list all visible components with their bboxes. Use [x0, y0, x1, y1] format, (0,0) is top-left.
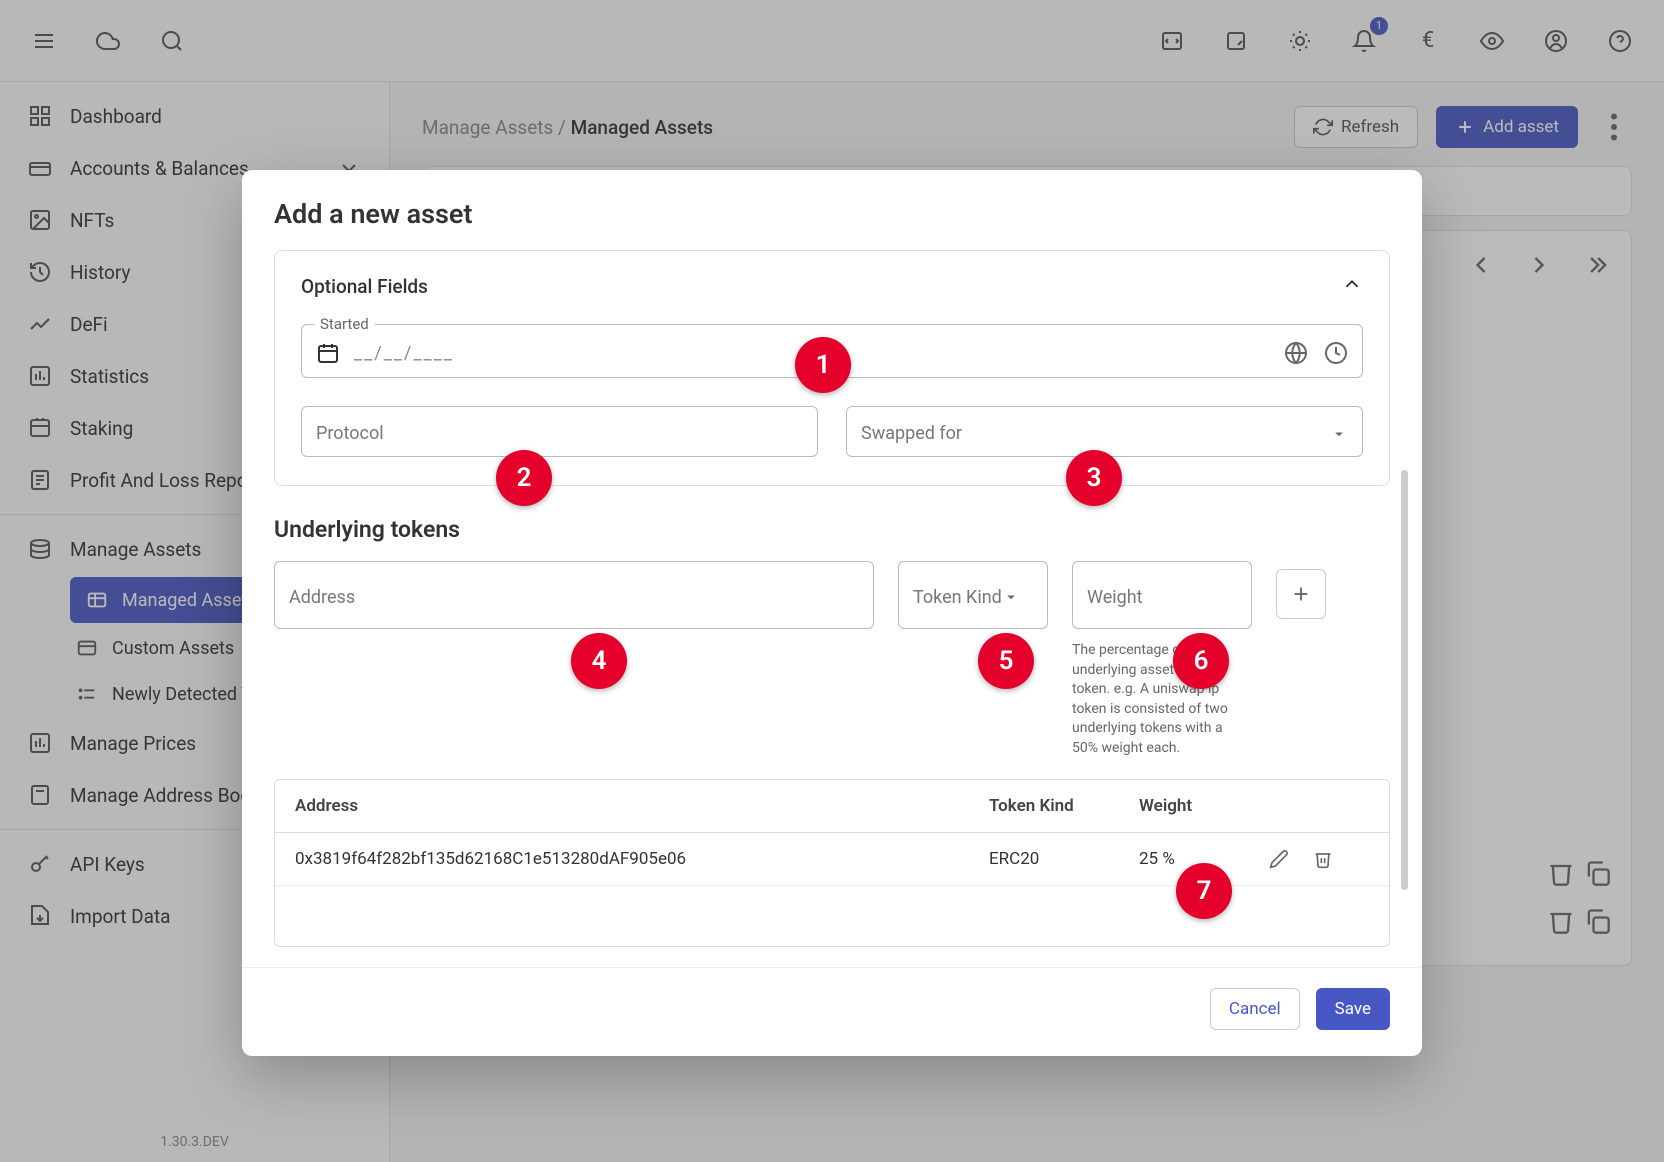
add-asset-modal: Add a new asset Optional Fields Started …	[242, 170, 1422, 1056]
clock-icon[interactable]	[1324, 341, 1348, 365]
annotation-1: 1	[795, 337, 851, 393]
modal-title: Add a new asset	[242, 170, 1422, 250]
add-underlying-button[interactable]	[1276, 569, 1326, 619]
underlying-weight-field[interactable]: Weight	[1072, 561, 1252, 629]
dropdown-icon	[1330, 425, 1348, 443]
delete-icon[interactable]	[1313, 849, 1333, 869]
save-button[interactable]: Save	[1316, 988, 1390, 1030]
cancel-button[interactable]: Cancel	[1210, 988, 1300, 1030]
annotation-5: 5	[978, 633, 1034, 689]
calendar-icon	[316, 341, 340, 365]
annotation-7: 7	[1176, 863, 1232, 919]
globe-icon[interactable]	[1284, 341, 1308, 365]
dropdown-icon	[1002, 588, 1020, 606]
collapse-icon[interactable]	[1341, 273, 1363, 300]
underlying-title: Underlying tokens	[274, 516, 1390, 543]
underlying-kind-field[interactable]: Token Kind	[898, 561, 1048, 629]
underlying-table: Address Token Kind Weight 0x3819f64f282b…	[274, 779, 1390, 947]
annotation-2: 2	[496, 450, 552, 506]
swapped-for-field[interactable]: Swapped for	[846, 406, 1363, 457]
scrollbar[interactable]	[1401, 470, 1408, 890]
modal-overlay[interactable]: Add a new asset Optional Fields Started …	[0, 0, 1664, 1162]
underlying-address-field[interactable]: Address	[274, 561, 874, 629]
annotation-3: 3	[1066, 450, 1122, 506]
edit-icon[interactable]	[1269, 849, 1289, 869]
annotation-6: 6	[1173, 633, 1229, 689]
annotation-4: 4	[571, 633, 627, 689]
protocol-field[interactable]: Protocol	[301, 406, 818, 457]
